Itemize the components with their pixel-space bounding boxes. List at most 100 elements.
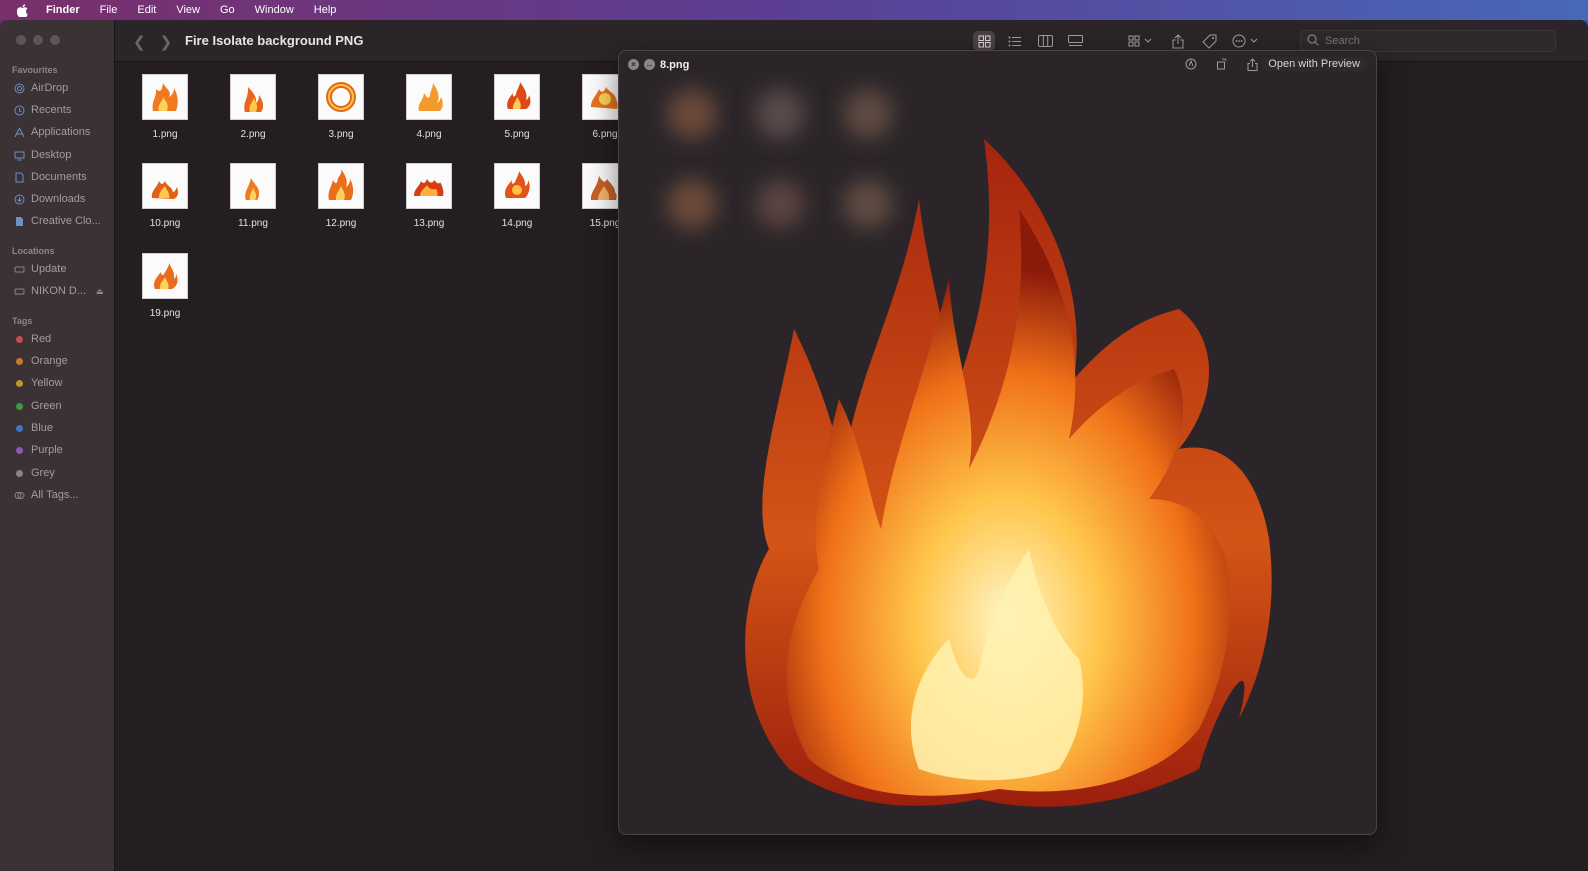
finder-window: Favourites AirDrop Recents Applications … bbox=[0, 20, 1588, 871]
menu-file[interactable]: File bbox=[90, 4, 128, 16]
clock-icon bbox=[14, 105, 25, 116]
file-icon bbox=[14, 216, 25, 227]
forward-icon[interactable]: ❯ bbox=[160, 33, 173, 51]
desktop-icon bbox=[14, 150, 25, 161]
file-item[interactable]: 14.png bbox=[485, 163, 549, 229]
file-item[interactable]: 12.png bbox=[309, 163, 373, 229]
file-name: 3.png bbox=[328, 129, 354, 140]
icon-view-icon[interactable] bbox=[973, 31, 995, 51]
drive-icon bbox=[14, 286, 25, 297]
sidebar-tag-green[interactable]: Green bbox=[14, 400, 62, 412]
sidebar-all-tags[interactable]: All Tags... bbox=[14, 489, 79, 501]
column-view-icon[interactable] bbox=[1034, 31, 1056, 51]
sidebar-item-label: Purple bbox=[31, 444, 63, 456]
file-name: 13.png bbox=[413, 218, 445, 229]
group-by-icon[interactable] bbox=[1125, 31, 1157, 51]
sidebar-item-downloads[interactable]: Downloads bbox=[14, 193, 85, 205]
file-thumbnail bbox=[142, 74, 188, 120]
tag-color-dot bbox=[16, 379, 23, 387]
menu-bar: Finder File Edit View Go Window Help bbox=[0, 0, 1588, 20]
fullscreen-icon[interactable]: ↔ bbox=[644, 59, 655, 70]
close-window-button[interactable] bbox=[16, 35, 26, 45]
file-thumbnail bbox=[318, 74, 364, 120]
file-item[interactable]: 4.png bbox=[397, 74, 461, 140]
downloads-icon bbox=[14, 194, 25, 205]
file-thumbnail bbox=[230, 74, 276, 120]
sidebar: Favourites AirDrop Recents Applications … bbox=[0, 20, 115, 871]
sidebar-item-nikon[interactable]: NIKON D... ⏏ bbox=[14, 285, 104, 297]
zoom-window-button[interactable] bbox=[50, 35, 60, 45]
file-item[interactable]: 11.png bbox=[221, 163, 285, 229]
search-field[interactable]: Search bbox=[1300, 30, 1556, 52]
eject-icon[interactable]: ⏏ bbox=[96, 287, 104, 296]
file-name: 14.png bbox=[501, 218, 533, 229]
menu-help[interactable]: Help bbox=[304, 4, 347, 16]
apple-menu-icon[interactable] bbox=[0, 3, 44, 17]
menu-edit[interactable]: Edit bbox=[127, 4, 166, 16]
sidebar-tag-red[interactable]: Red bbox=[14, 333, 51, 345]
window-controls bbox=[16, 35, 60, 45]
search-icon bbox=[1307, 33, 1319, 49]
file-item[interactable]: 13.png bbox=[397, 163, 461, 229]
sidebar-tag-grey[interactable]: Grey bbox=[14, 467, 55, 479]
menu-go[interactable]: Go bbox=[210, 4, 245, 16]
tag-color-dot bbox=[16, 446, 23, 454]
sidebar-tag-yellow[interactable]: Yellow bbox=[14, 377, 62, 389]
sidebar-tag-blue[interactable]: Blue bbox=[14, 422, 53, 434]
share-icon[interactable] bbox=[1167, 31, 1189, 51]
sidebar-tag-purple[interactable]: Purple bbox=[14, 444, 63, 456]
sidebar-item-applications[interactable]: Applications bbox=[14, 126, 90, 138]
quick-look-header: × ↔ 8.png Open with Preview bbox=[619, 51, 1376, 79]
file-name: 1.png bbox=[152, 129, 178, 140]
sidebar-item-label: Blue bbox=[31, 422, 54, 434]
close-icon[interactable]: × bbox=[628, 59, 639, 70]
drive-icon bbox=[14, 264, 25, 275]
tag-icon[interactable] bbox=[1198, 31, 1220, 51]
all-tags-icon bbox=[14, 490, 25, 501]
more-actions-icon[interactable] bbox=[1230, 31, 1264, 51]
file-thumbnail bbox=[318, 163, 364, 209]
file-item[interactable]: 2.png bbox=[221, 74, 285, 140]
app-menu-finder[interactable]: Finder bbox=[44, 4, 90, 16]
sidebar-item-recents[interactable]: Recents bbox=[14, 104, 71, 116]
file-thumbnail bbox=[494, 74, 540, 120]
list-view-icon[interactable] bbox=[1003, 31, 1025, 51]
sidebar-item-airdrop[interactable]: AirDrop bbox=[14, 82, 68, 94]
window-title: Fire Isolate background PNG bbox=[185, 33, 364, 48]
sidebar-item-label: Update bbox=[31, 263, 67, 275]
tag-color-dot bbox=[16, 469, 23, 477]
file-item[interactable]: 5.png bbox=[485, 74, 549, 140]
file-name: 6.png bbox=[592, 129, 618, 140]
menu-view[interactable]: View bbox=[166, 4, 210, 16]
file-thumbnail bbox=[142, 163, 188, 209]
file-name: 5.png bbox=[504, 129, 530, 140]
gallery-view-icon[interactable] bbox=[1064, 31, 1086, 51]
file-thumbnail bbox=[142, 253, 188, 299]
sidebar-item-label: NIKON D... bbox=[31, 285, 87, 297]
file-name: 10.png bbox=[149, 218, 181, 229]
file-item[interactable]: 3.png bbox=[309, 74, 373, 140]
file-item[interactable]: 1.png bbox=[133, 74, 197, 140]
file-name: 15.png bbox=[589, 218, 621, 229]
minimize-window-button[interactable] bbox=[33, 35, 43, 45]
markup-icon[interactable] bbox=[1185, 58, 1197, 73]
sidebar-item-creative-cloud[interactable]: Creative Clo... bbox=[14, 215, 101, 227]
file-item[interactable]: 10.png bbox=[133, 163, 197, 229]
file-name: 12.png bbox=[325, 218, 357, 229]
open-with-preview-button[interactable]: Open with Preview bbox=[1262, 57, 1366, 71]
file-name: 11.png bbox=[238, 218, 268, 229]
sidebar-item-desktop[interactable]: Desktop bbox=[14, 149, 71, 161]
file-item[interactable]: 19.png bbox=[133, 253, 197, 319]
sidebar-item-documents[interactable]: Documents bbox=[14, 171, 87, 183]
rotate-icon[interactable] bbox=[1216, 58, 1228, 73]
share-icon[interactable] bbox=[1247, 58, 1258, 74]
navigation-buttons: ❮ ❯ bbox=[133, 33, 172, 51]
sidebar-item-update[interactable]: Update bbox=[14, 263, 66, 275]
menu-window[interactable]: Window bbox=[245, 4, 304, 16]
fire-image bbox=[745, 139, 1272, 807]
sidebar-item-label: Documents bbox=[31, 171, 87, 183]
back-icon[interactable]: ❮ bbox=[133, 33, 146, 51]
sidebar-item-label: Grey bbox=[31, 467, 55, 479]
sidebar-tag-orange[interactable]: Orange bbox=[14, 355, 68, 367]
sidebar-header-tags: Tags bbox=[12, 316, 33, 326]
